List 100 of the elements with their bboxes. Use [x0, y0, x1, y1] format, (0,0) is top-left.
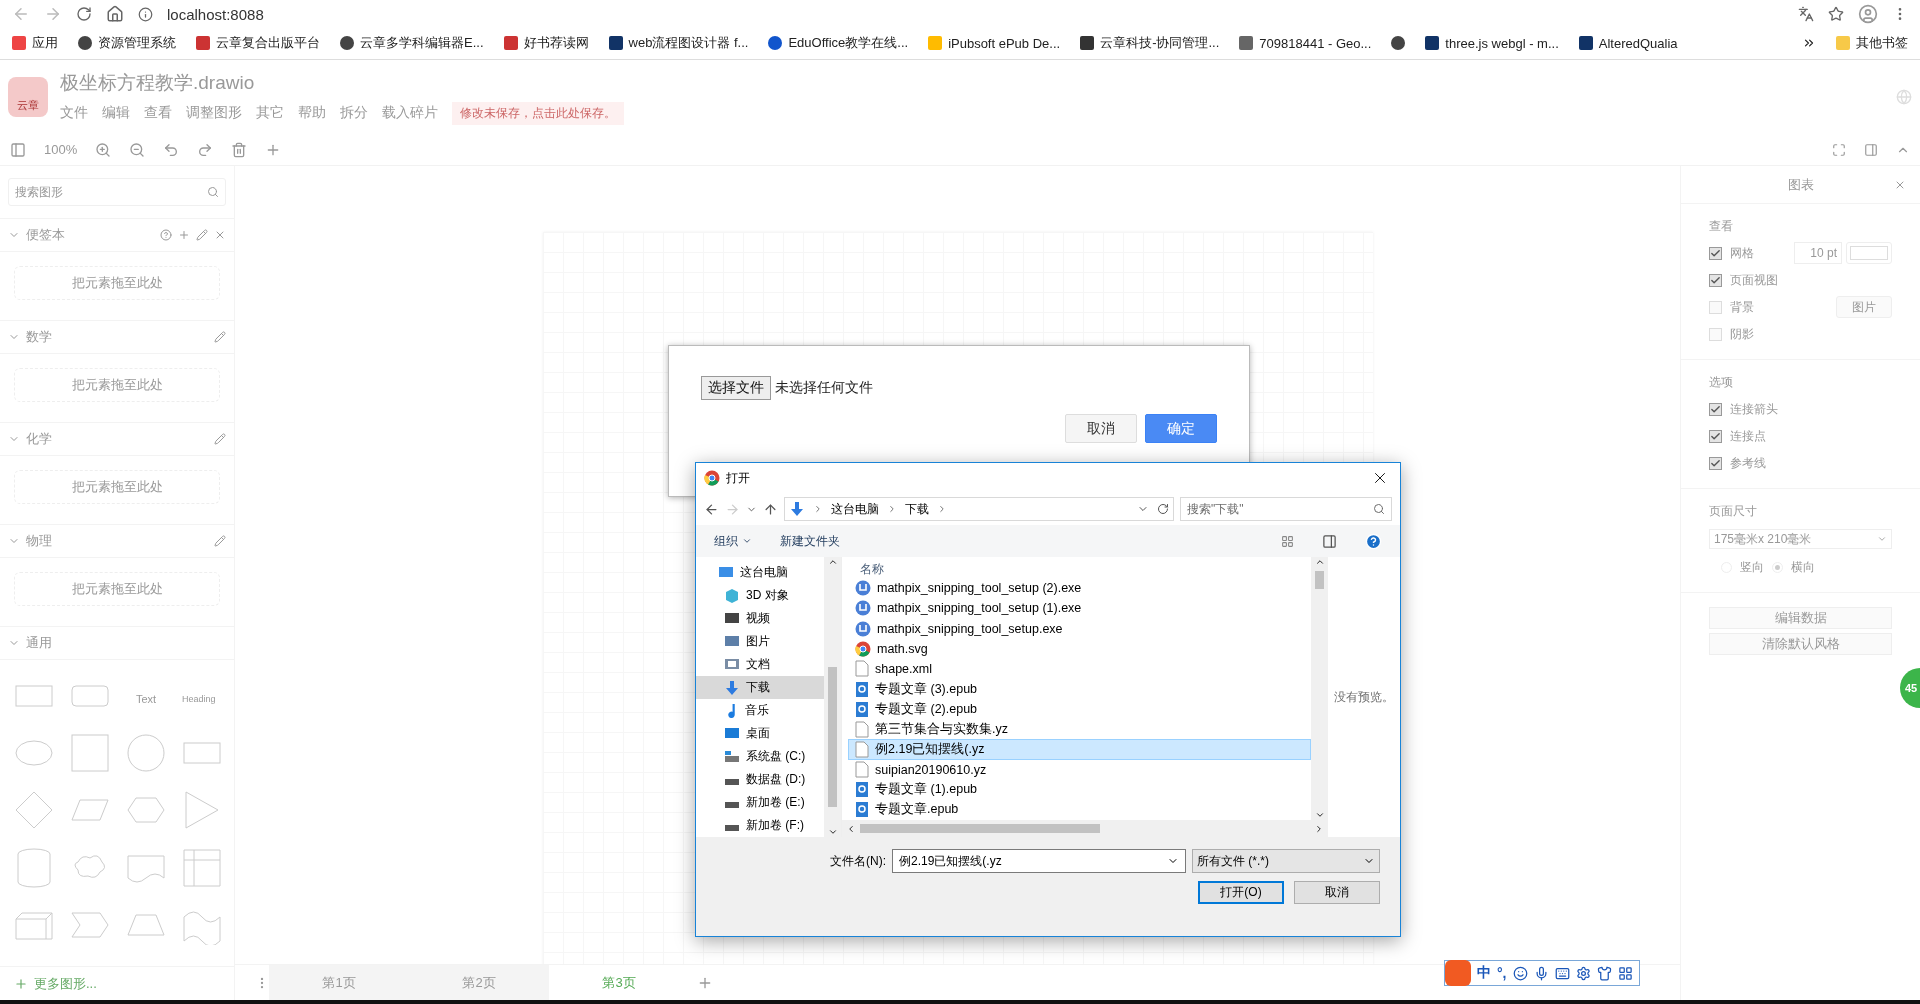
address-bar[interactable]: localhost:8088 [167, 5, 264, 23]
column-header[interactable]: 名称 [848, 561, 1311, 579]
edit-icon[interactable] [214, 535, 226, 547]
file-row[interactable]: math.svg [848, 638, 1311, 659]
nav-item[interactable]: 这台电脑 [696, 561, 824, 584]
bookmark-link[interactable]: 资源管理系统 [78, 34, 176, 52]
bookmark-link[interactable]: 云章科技-协同管理... [1080, 34, 1220, 52]
file-row[interactable]: mathpix_snipping_tool_setup.exe [848, 618, 1311, 639]
bookmark-link[interactable]: 709818441 - Geo... [1239, 35, 1372, 51]
bookmark-link[interactable]: 云章多学科编辑器E... [340, 34, 484, 52]
undo-icon[interactable] [163, 141, 180, 158]
delete-icon[interactable] [231, 141, 248, 158]
home-icon[interactable] [106, 5, 124, 23]
breadcrumb[interactable]: 下载 [905, 500, 929, 518]
file-row[interactable]: 专题文章 (1).epub [848, 779, 1311, 800]
nav-item[interactable]: 新加卷 (F:) [696, 814, 824, 837]
bookmark-link[interactable] [1391, 36, 1406, 50]
ime-logo[interactable] [1445, 960, 1471, 986]
bookmark-link[interactable]: 应用 [12, 34, 58, 52]
checkbox[interactable] [1709, 456, 1722, 470]
file-row[interactable]: 例2.19已知摆线(.yz [848, 739, 1311, 760]
file-row[interactable]: suipian20190610.yz [848, 759, 1311, 780]
save-notice[interactable]: 修改未保存，点击此处保存。 [452, 101, 624, 125]
edit-icon[interactable] [214, 331, 226, 343]
file-row[interactable]: shape.xml [848, 658, 1311, 679]
cancel-button[interactable]: 取消 [1294, 881, 1380, 904]
command-button[interactable]: 新建文件夹 [780, 532, 840, 550]
nav-item[interactable]: 下载 [696, 676, 824, 699]
file-type-select[interactable]: 所有文件 (*.*) [1192, 849, 1380, 873]
forward-icon[interactable] [725, 501, 740, 517]
checkbox[interactable] [1709, 429, 1722, 443]
nav-item[interactable]: 桌面 [696, 722, 824, 745]
file-row[interactable]: mathpix_snipping_tool_setup (1).exe [848, 598, 1311, 619]
profile-icon[interactable] [1858, 4, 1878, 24]
file-row[interactable]: 专题文章.epub [848, 799, 1311, 821]
open-button[interactable]: 打开(O) [1198, 881, 1284, 904]
nav-item[interactable]: 3D 对象 [696, 584, 824, 607]
bookmark-link[interactable]: three.js webgl - m... [1425, 35, 1559, 51]
bookmark-link[interactable]: 云章复合出版平台 [196, 34, 320, 52]
fullscreen-icon[interactable] [1832, 142, 1846, 157]
breadcrumb[interactable]: 这台电脑 [831, 500, 879, 518]
nav-item[interactable]: 音乐 [696, 699, 824, 722]
nav-item[interactable]: 文档 [696, 653, 824, 676]
star-icon[interactable] [1828, 6, 1844, 22]
zoom-in-icon[interactable] [95, 141, 112, 158]
translate-icon[interactable] [1798, 6, 1814, 22]
cancel-button[interactable]: 取消 [1065, 414, 1137, 443]
nav-item[interactable]: 图片 [696, 630, 824, 653]
nav-item[interactable]: 视频 [696, 607, 824, 630]
filename-field[interactable]: 例2.19已知摆线(.yz [892, 849, 1186, 873]
close-icon[interactable] [214, 229, 226, 241]
address-bar[interactable]: 这台电脑 下载 [784, 497, 1174, 521]
format-panel-icon[interactable] [1864, 142, 1878, 157]
help-icon[interactable] [160, 229, 172, 241]
choose-file-button[interactable]: 选择文件 [701, 376, 771, 400]
redo-icon[interactable] [197, 141, 214, 158]
edit-icon[interactable] [196, 229, 208, 241]
bookmark-link[interactable]: AlteredQualia [1578, 35, 1678, 51]
command-button[interactable]: 组织 [714, 532, 752, 550]
shape-icon[interactable] [14, 790, 54, 831]
bookmark-link[interactable]: 其他书签 [1836, 34, 1908, 52]
shirt-icon[interactable] [1596, 965, 1612, 981]
nav-item[interactable]: 系统盘 (C:) [696, 745, 824, 768]
zoom-out-icon[interactable] [129, 141, 146, 158]
checkbox[interactable] [1709, 402, 1722, 416]
shape-icon[interactable] [14, 847, 54, 888]
grid-icon[interactable] [1617, 965, 1633, 981]
shape-icon[interactable] [126, 733, 166, 774]
edit-icon[interactable] [214, 433, 226, 445]
reload-icon[interactable] [76, 6, 92, 22]
search-field[interactable]: 搜索"下载" [1180, 497, 1392, 521]
back-icon[interactable] [704, 501, 719, 517]
microphone-icon[interactable] [1533, 965, 1549, 981]
file-row[interactable]: 第三节集合与实数集.yz [848, 719, 1311, 740]
settings-icon[interactable] [1575, 965, 1591, 981]
file-row[interactable]: mathpix_snipping_tool_setup (2).exe [848, 578, 1311, 599]
forward-icon[interactable] [44, 5, 62, 23]
color-swatch[interactable] [1846, 242, 1892, 264]
scrollbar[interactable] [1311, 557, 1328, 820]
file-row[interactable]: 专题文章 (2).epub [848, 699, 1311, 720]
up-icon[interactable] [763, 501, 778, 517]
file-row[interactable]: 专题文章 (3).epub [848, 678, 1311, 700]
panel-icon[interactable] [10, 141, 26, 158]
scrollbar[interactable] [824, 557, 841, 837]
emoji-icon[interactable] [1512, 965, 1528, 981]
info-icon[interactable] [138, 6, 153, 22]
bookmark-link[interactable]: iPubsoft ePub De... [928, 35, 1061, 51]
preview-pane-icon[interactable] [1322, 533, 1337, 549]
checkbox[interactable] [1709, 273, 1722, 287]
bookmark-link[interactable]: web流程图设计器 f... [608, 34, 749, 52]
punctuation-mode[interactable]: °, [1497, 965, 1507, 981]
overflow-chevron-icon[interactable] [1802, 36, 1816, 50]
bookmark-link[interactable]: EduOffice教学在线... [768, 34, 909, 52]
input-mode[interactable]: 中 [1477, 964, 1491, 982]
checkbox[interactable] [1709, 246, 1722, 260]
refresh-icon[interactable] [1157, 503, 1169, 515]
view-icon[interactable] [1281, 534, 1294, 548]
globe-icon[interactable] [1896, 89, 1912, 105]
add-icon[interactable] [178, 229, 190, 241]
keyboard-icon[interactable] [1554, 965, 1570, 981]
